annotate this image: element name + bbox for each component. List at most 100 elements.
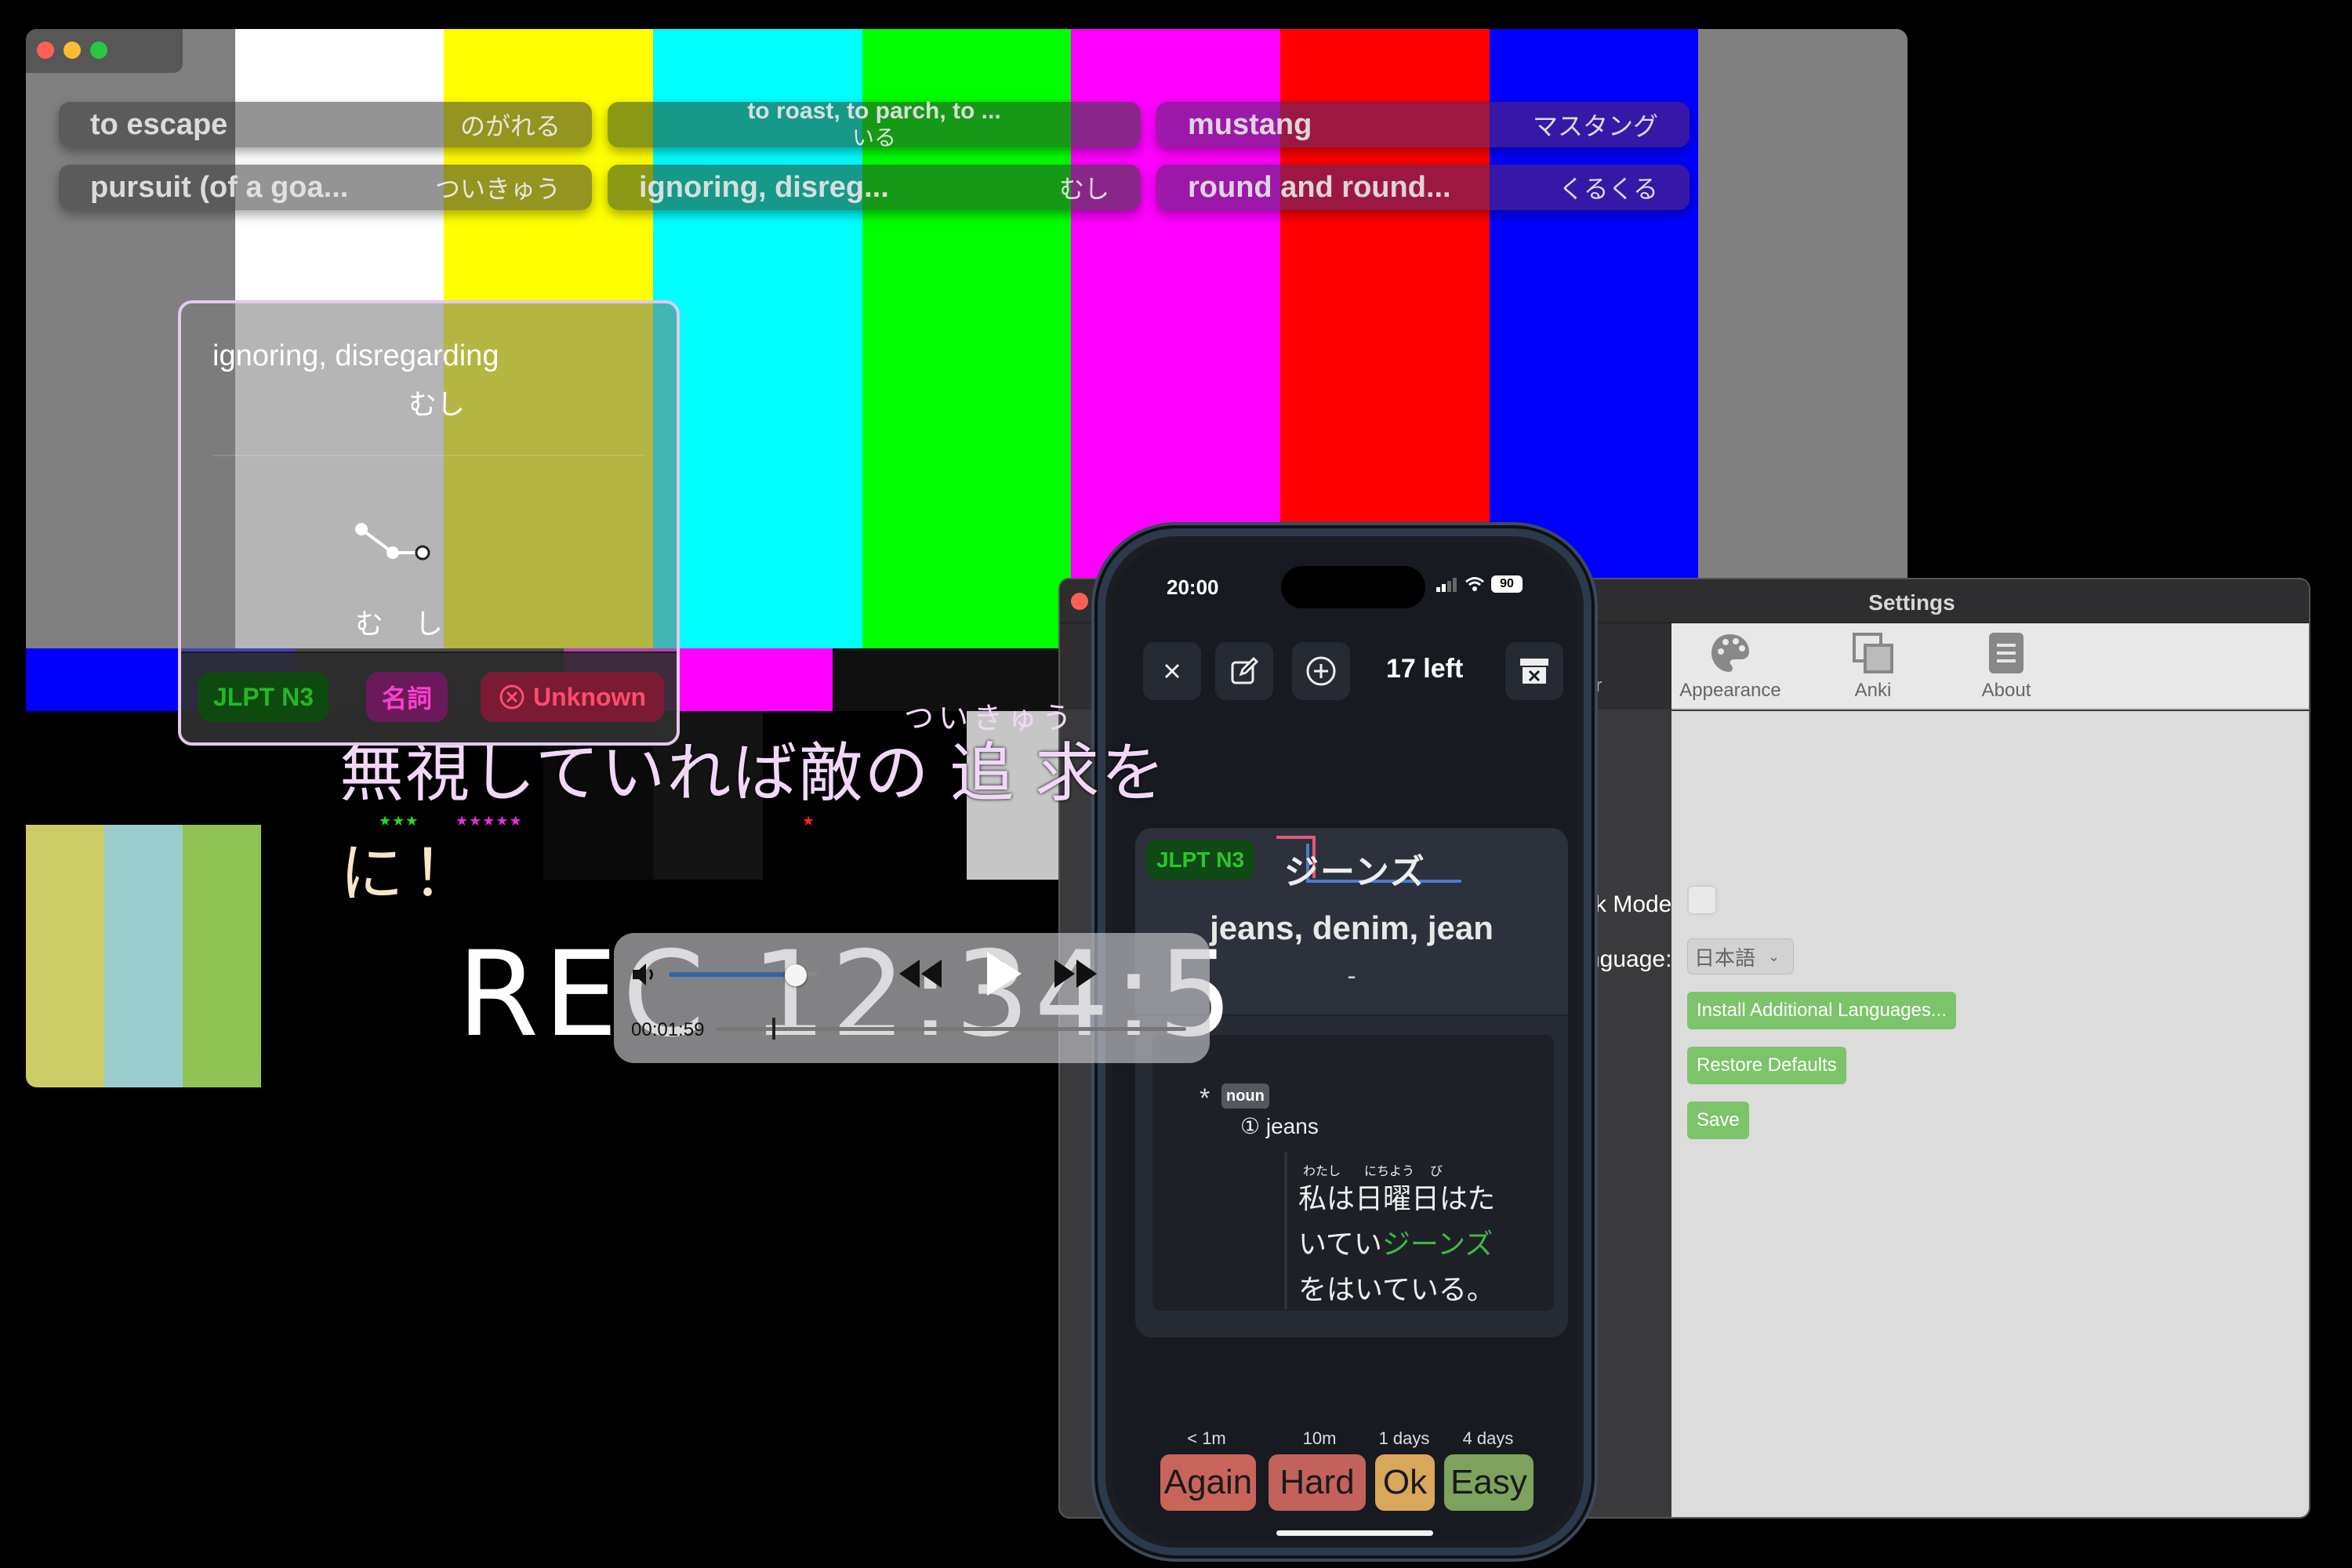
signal-icon (1436, 578, 1457, 592)
pitch-kana-1: む (355, 608, 384, 640)
seek-bar[interactable] (716, 1018, 1186, 1040)
chevron-down-icon: ⌄ (1768, 948, 1780, 964)
new-word-star: ★ (802, 813, 816, 829)
pluge-swatch (183, 825, 261, 1087)
status-time: 20:00 (1167, 575, 1219, 599)
word-chip-meaning: mustang (1188, 107, 1312, 141)
example-sentence: わたし にちよう び 私は日曜日はた いていジーンズ をはいている。 (1298, 1160, 1549, 1312)
easy-interval: 4 days (1462, 1428, 1514, 1448)
example-line-2-pre: いてい (1298, 1228, 1382, 1260)
word-chip-reading: むし (1058, 175, 1109, 203)
edit-icon (1231, 656, 1259, 684)
definition-popup: ignoring, disregarding むし む し JLPT N3 名詞… (178, 300, 680, 746)
status-tag[interactable]: Unknown (481, 672, 664, 722)
ruby-nichiyou: にちよう (1364, 1165, 1415, 1178)
add-button[interactable] (1292, 642, 1350, 700)
language-label: nguage: (1587, 946, 1672, 972)
fast-forward-icon[interactable] (1053, 956, 1100, 991)
example-ruby: わたし にちよう び (1298, 1160, 1549, 1178)
popup-gloss: ignoring, disregarding (212, 339, 499, 372)
elapsed-time: 00:01:59 (631, 1019, 705, 1040)
install-languages-button[interactable]: Install Additional Languages... (1687, 992, 1956, 1029)
home-indicator[interactable] (1276, 1530, 1433, 1536)
sense-marker: * (1200, 1083, 1210, 1113)
cards-left-count: 17 left (1386, 654, 1464, 684)
close-window-button[interactable] (37, 42, 54, 59)
word-chip[interactable]: to escape のがれる (59, 102, 592, 147)
sense-text: ① jeans (1240, 1114, 1319, 1138)
word-chip-reading: マスタング (1532, 112, 1658, 140)
flashcard[interactable]: JLPT N3 ジーンズ jeans, denim, jean - * noun… (1135, 828, 1568, 1338)
word-chip-meaning: to escape (90, 107, 228, 141)
ruby-bi: び (1430, 1165, 1443, 1178)
color-bar (1698, 29, 1907, 648)
word-chip-meaning: round and round... (1188, 170, 1451, 204)
pos-tag: 名詞 (366, 672, 448, 722)
word-chip[interactable]: round and round... くるくる (1156, 165, 1690, 210)
about-icon (1989, 633, 2024, 673)
ruby-watashi: わたし (1303, 1165, 1341, 1178)
toolbar-anki-label: Anki (1854, 680, 1892, 701)
toolbar-about[interactable]: About (1940, 631, 2073, 702)
pos-badge: noun (1221, 1083, 1269, 1109)
archive-button[interactable] (1505, 642, 1563, 700)
zoom-window-button[interactable] (90, 42, 107, 59)
window-controls (37, 42, 107, 59)
ok-interval: 1 days (1378, 1428, 1430, 1448)
word-chip-meaning: ignoring, disreg... (639, 170, 889, 204)
dark-mode-checkbox[interactable] (1687, 885, 1717, 915)
edit-button[interactable] (1215, 642, 1273, 700)
status-indicators: 90 (1436, 575, 1523, 593)
example-border (1284, 1152, 1287, 1309)
play-icon[interactable] (982, 949, 1025, 999)
easy-button[interactable]: Easy (1444, 1454, 1534, 1511)
settings-content: 日本語 ⌄ Install Additional Languages... Re… (1671, 711, 2309, 1517)
example-line-1: 私は日曜日はた (1298, 1182, 1496, 1214)
pluge-swatches (26, 825, 261, 1087)
save-button[interactable]: Save (1687, 1102, 1749, 1139)
ok-button[interactable]: Ok (1375, 1454, 1435, 1511)
again-interval: < 1m (1187, 1428, 1226, 1448)
example-highlight: ジーンズ (1381, 1228, 1494, 1260)
example-line-3: をはいている。 (1298, 1273, 1495, 1305)
pluge-swatch (26, 825, 104, 1087)
popup-tags: JLPT N3 名詞 Unknown (181, 652, 677, 742)
close-icon (1164, 663, 1180, 679)
subtitle-line-2[interactable]: に！ (339, 821, 484, 914)
popup-divider (212, 455, 645, 456)
jlpt-tag: JLPT N3 (198, 672, 328, 722)
jlpt-badge: JLPT N3 (1146, 840, 1254, 880)
unknown-x-icon (499, 684, 524, 710)
word-chip[interactable]: to roast, to parch, to ... いる (608, 98, 1141, 150)
word-chips: to escape のがれる to roast, to parch, to ..… (59, 98, 1705, 212)
restore-defaults-button[interactable]: Restore Defaults (1687, 1047, 1846, 1084)
dark-mode-label: rk Mode (1587, 891, 1672, 917)
toolbar-appearance[interactable]: Appearance (1664, 631, 1797, 702)
language-select-value: 日本語 (1694, 946, 1756, 970)
word-chip[interactable]: mustang マスタング (1156, 102, 1690, 147)
volume-icon[interactable] (631, 961, 659, 988)
word-chip-reading: くるくる (1559, 175, 1658, 203)
flashcard-definition: * noun ① jeans わたし にちよう び 私は日曜日はた いていジーン… (1152, 1035, 1554, 1311)
word-chip[interactable]: pursuit (of a goa... ついきゅう (59, 165, 592, 210)
language-select[interactable]: 日本語 ⌄ (1687, 938, 1794, 975)
word-chip-meaning: pursuit (of a goa... (90, 170, 349, 204)
again-button[interactable]: Again (1160, 1454, 1256, 1511)
status-tag-label: Unknown (533, 682, 646, 711)
volume-slider[interactable] (669, 964, 818, 986)
dynamic-island (1281, 566, 1425, 608)
toolbar-about-label: About (1981, 680, 2031, 701)
word-chip-reading: いる (851, 125, 896, 150)
battery-indicator: 90 (1491, 575, 1523, 593)
pitch-accent-graph (355, 523, 430, 561)
rewind-icon[interactable] (896, 956, 943, 991)
pitch-kana-2: し (415, 608, 444, 640)
word-chip-reading: のがれる (459, 112, 561, 140)
close-button[interactable] (1143, 642, 1201, 700)
archive-icon (1520, 659, 1548, 684)
toolbar-anki[interactable]: Anki (1806, 631, 1940, 702)
hard-button[interactable]: Hard (1269, 1454, 1366, 1511)
palette-icon (1711, 634, 1749, 672)
minimize-window-button[interactable] (64, 42, 81, 59)
word-chip[interactable]: ignoring, disreg... むし (608, 165, 1141, 210)
